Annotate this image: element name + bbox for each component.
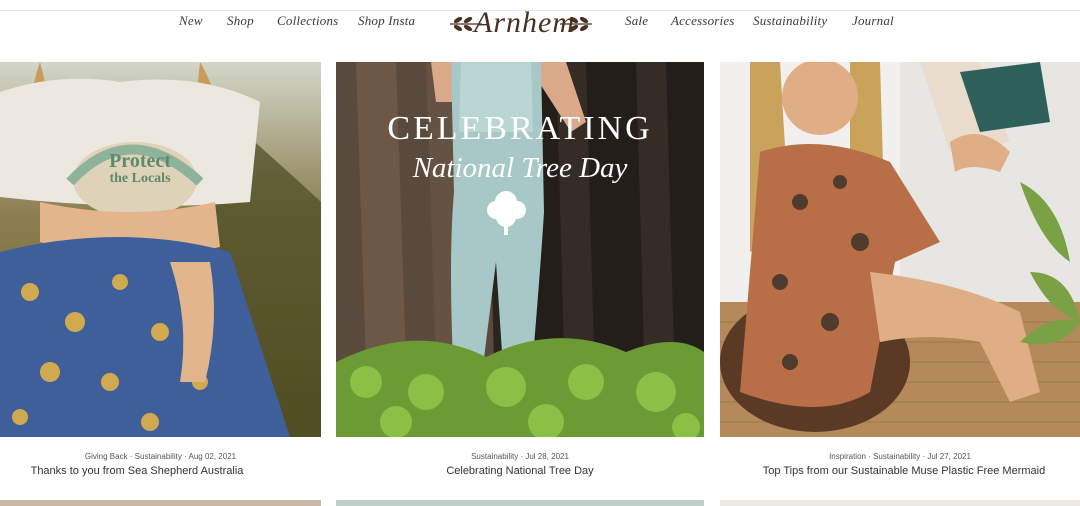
post-card-image-2[interactable]: CELEBRATING National Tree Day [336, 62, 704, 437]
nav-new[interactable]: New [179, 13, 203, 29]
brand-name: Arnhem [474, 6, 575, 39]
post-meta-1: Giving Back · Sustainability · Aug 02, 2… [84, 452, 237, 461]
post-meta-3: Inspiration · Sustainability · Jul 27, 2… [829, 452, 971, 461]
post-overlay-subheading: National Tree Day [412, 152, 628, 184]
post-title-1[interactable]: Thanks to you from Sea Shepherd Australi… [0, 465, 274, 477]
nav-sale[interactable]: Sale [625, 13, 648, 29]
shirt-print-line-2: the Locals [109, 171, 171, 186]
nav-shop[interactable]: Shop [227, 13, 254, 29]
nav-accessories[interactable]: Accessories [671, 13, 735, 29]
next-post-preview-2 [336, 500, 704, 506]
post-photo-3 [720, 62, 1080, 437]
post-card-image-1[interactable]: Protect the Locals [0, 62, 321, 437]
brand-logo[interactable]: Arnhem [446, 2, 596, 50]
main-nav: New Shop Collections Shop Insta Arnhem S… [0, 0, 1080, 44]
post-title-3[interactable]: Top Tips from our Sustainable Muse Plast… [720, 465, 1080, 477]
post-overlay-heading: CELEBRATING [387, 110, 653, 147]
shirt-print-line-1: Protect [109, 150, 171, 172]
nav-shop-insta[interactable]: Shop Insta [358, 13, 415, 29]
post-title-2[interactable]: Celebrating National Tree Day [336, 465, 704, 477]
post-card-image-3[interactable] [720, 62, 1080, 437]
nav-journal[interactable]: Journal [852, 13, 894, 29]
post-meta-2: Sustainability · Jul 28, 2021 [471, 452, 569, 461]
post-photo-1: Protect the Locals [0, 62, 321, 437]
next-post-preview-1 [0, 500, 321, 506]
nav-collections[interactable]: Collections [277, 13, 338, 29]
nav-sustainability[interactable]: Sustainability [753, 13, 827, 29]
next-post-preview-3 [720, 500, 1080, 506]
